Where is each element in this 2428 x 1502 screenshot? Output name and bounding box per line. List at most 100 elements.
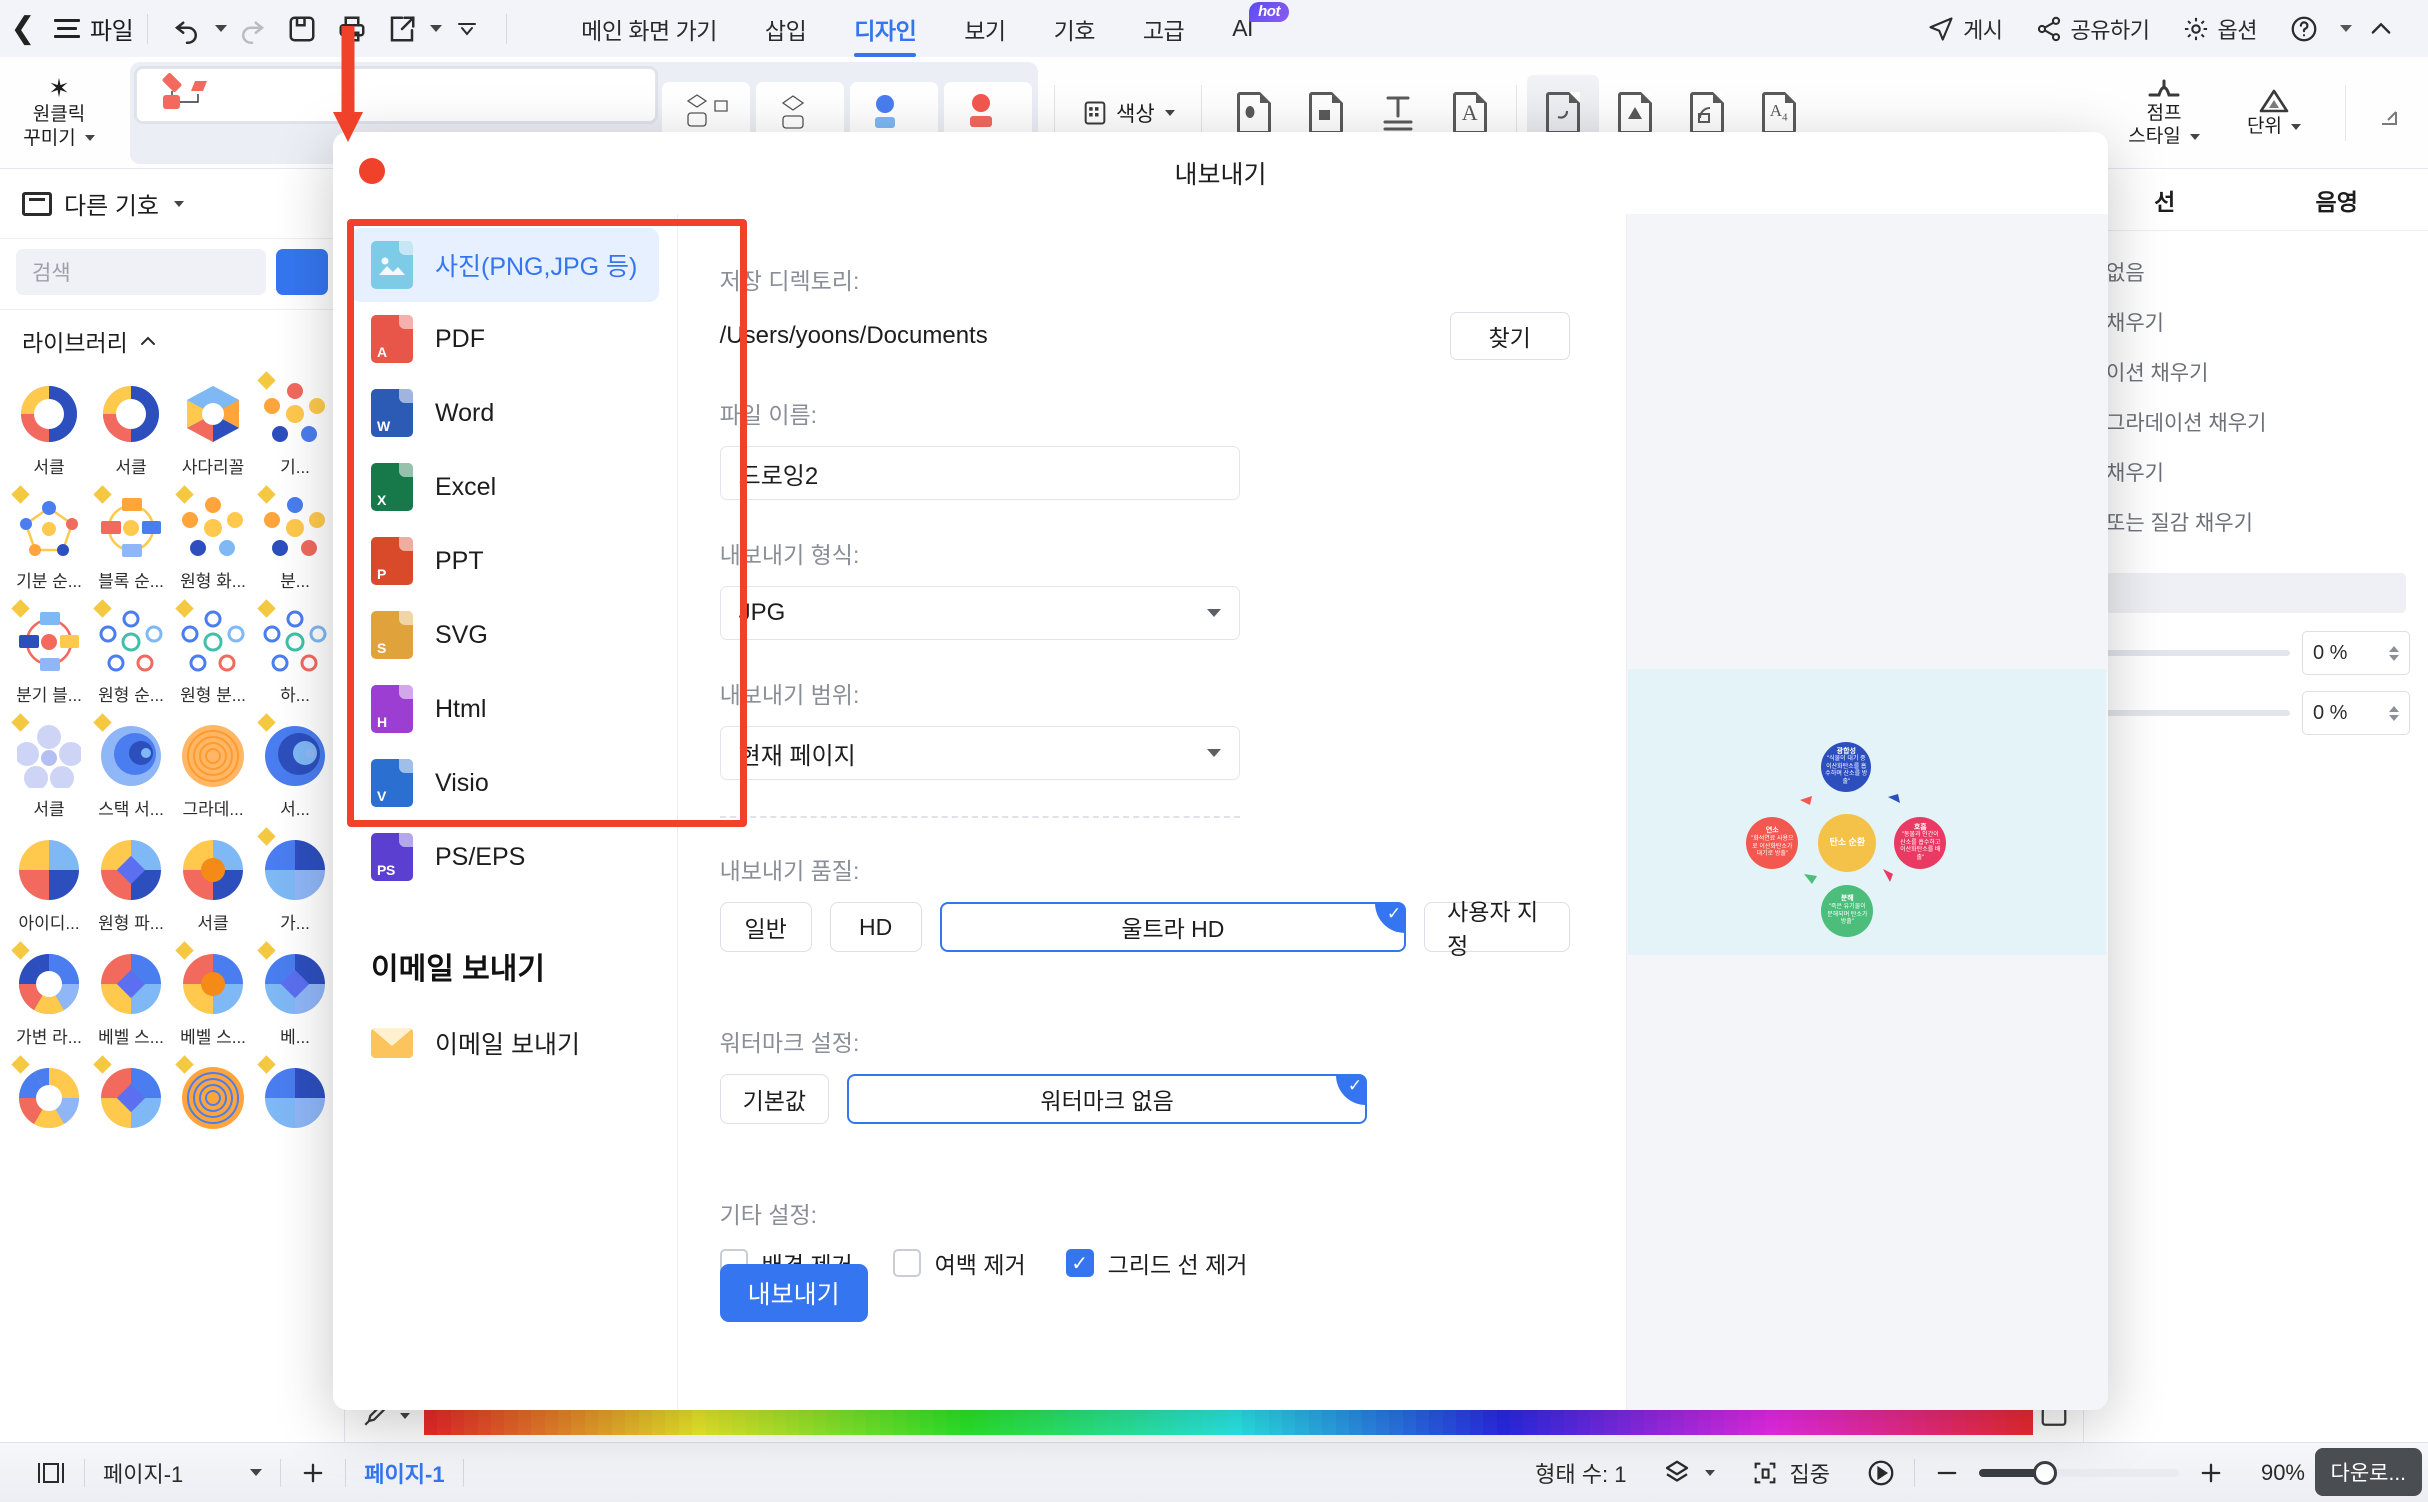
watermark-option-none[interactable]: 워터마크 없음 ✓: [847, 1074, 1368, 1124]
send-email-item[interactable]: 이메일 보내기: [351, 1006, 659, 1080]
page-tab-1[interactable]: 페이지-1: [346, 1457, 462, 1489]
zoom-in-button[interactable]: [2179, 1459, 2243, 1487]
tab-view[interactable]: 보기: [940, 0, 1029, 57]
fill-option-none[interactable]: 없음: [2084, 247, 2428, 297]
undo-dropdown-icon[interactable]: [215, 25, 228, 32]
shape-library-item[interactable]: 서클: [90, 370, 172, 484]
ribbon-expand-icon[interactable]: [2362, 90, 2408, 136]
shape-library-item[interactable]: 베벨 스...: [172, 940, 254, 1054]
export-format-item-html[interactable]: H Html: [351, 672, 659, 746]
opacity-value-2[interactable]: 0 %: [2302, 691, 2410, 735]
redo-icon[interactable]: [227, 7, 277, 51]
tab-advanced[interactable]: 고급: [1119, 0, 1208, 57]
close-icon[interactable]: [359, 158, 385, 184]
chevron-down-icon[interactable]: [84, 135, 95, 142]
tab-line[interactable]: 선: [2146, 183, 2183, 217]
export-format-item-word[interactable]: W Word: [351, 376, 659, 450]
shape-library-item[interactable]: 서클: [172, 826, 254, 940]
shape-library-item[interactable]: 서클: [8, 370, 90, 484]
chevron-down-icon[interactable]: [2189, 133, 2200, 140]
export-format-item-visio[interactable]: V Visio: [351, 746, 659, 820]
search-input[interactable]: 검색: [16, 249, 266, 295]
page-layout-icon[interactable]: [18, 1460, 84, 1486]
color-button[interactable]: 색상: [1071, 98, 1185, 128]
shape-library-item[interactable]: 기분 순...: [8, 484, 90, 598]
file-menu-label[interactable]: 파일: [90, 11, 134, 46]
quality-option-ultra-hd[interactable]: 울트라 HD ✓: [939, 902, 1407, 952]
tab-insert[interactable]: 삽입: [741, 0, 830, 57]
shape-library-item[interactable]: 베...: [254, 940, 336, 1054]
shape-library-item[interactable]: 분기 블...: [8, 598, 90, 712]
shape-library-item[interactable]: 가변 라...: [8, 940, 90, 1054]
quality-option-hd[interactable]: HD: [829, 902, 922, 952]
collapse-ribbon-icon[interactable]: [2356, 7, 2406, 51]
play-icon[interactable]: [1848, 1458, 1914, 1488]
shape-library-item[interactable]: 아이디...: [8, 826, 90, 940]
theme-thumb-1[interactable]: [134, 65, 658, 124]
layers-button[interactable]: [1644, 1458, 1733, 1488]
search-icon[interactable]: [276, 249, 328, 295]
help-icon[interactable]: [2275, 14, 2333, 44]
chevron-up-icon[interactable]: [138, 331, 158, 351]
export-icon[interactable]: [377, 7, 427, 51]
hamburger-icon[interactable]: [54, 19, 80, 38]
zoom-slider[interactable]: [1978, 1460, 2179, 1485]
fill-option-gradient-b[interactable]: 그라데이션 채우기: [2084, 397, 2428, 447]
browse-button[interactable]: 찾기: [1449, 312, 1570, 360]
save-icon[interactable]: [277, 7, 327, 51]
tab-design[interactable]: 디자인: [830, 0, 940, 57]
opacity-slider-1[interactable]: [2102, 650, 2290, 656]
chevron-left-icon[interactable]: ❮: [0, 0, 46, 57]
shape-library-item[interactable]: [172, 1054, 254, 1143]
fill-option-texture[interactable]: 또는 질감 채우기: [2084, 497, 2428, 547]
quality-option-custom[interactable]: 사용자 지정: [1424, 899, 1570, 959]
zoom-out-button[interactable]: [1915, 1459, 1979, 1487]
fill-option-gradient-a[interactable]: 이션 채우기: [2084, 347, 2428, 397]
opacity-stepper-1[interactable]: [2389, 645, 2399, 661]
export-button[interactable]: 내보내기: [719, 1264, 868, 1322]
watermark-option-default[interactable]: 기본값: [719, 1074, 830, 1124]
jump-style-button[interactable]: 점프 스타일: [2109, 63, 2219, 163]
shape-library-item[interactable]: [90, 1054, 172, 1143]
tab-shading[interactable]: 음영: [2308, 183, 2366, 217]
opacity-value-1[interactable]: 0 %: [2302, 631, 2410, 675]
other-symbols-button[interactable]: 다른 기호: [0, 169, 344, 239]
shape-library-item[interactable]: 베벨 스...: [90, 940, 172, 1054]
opacity-slider-2[interactable]: [2102, 710, 2290, 716]
shape-library-item[interactable]: [8, 1054, 90, 1143]
publish-button[interactable]: 게시: [1913, 13, 2016, 45]
shape-library-item[interactable]: [254, 1054, 336, 1143]
fill-color-field[interactable]: [2106, 573, 2406, 613]
tab-symbol[interactable]: 기호: [1030, 0, 1119, 57]
options-button[interactable]: 옵션: [2168, 13, 2271, 45]
checkbox-remove-margin[interactable]: 여백 제거: [892, 1246, 1026, 1280]
shape-library-item[interactable]: 그라데...: [172, 712, 254, 826]
chevron-down-icon[interactable]: [400, 1412, 410, 1419]
shape-library-item[interactable]: 하...: [254, 598, 336, 712]
fill-option-solid[interactable]: 채우기: [2084, 297, 2428, 347]
shape-library-item[interactable]: 서...: [254, 712, 336, 826]
opacity-stepper-2[interactable]: [2389, 705, 2399, 721]
chevron-down-icon[interactable]: [1705, 1469, 1716, 1476]
quality-option-normal[interactable]: 일반: [719, 902, 812, 952]
undo-icon[interactable]: [162, 7, 212, 51]
shape-library-item[interactable]: 분...: [254, 484, 336, 598]
shape-library-item[interactable]: 가...: [254, 826, 336, 940]
checkbox-remove-gridlines[interactable]: ✓ 그리드 선 제거: [1065, 1246, 1247, 1280]
share-button[interactable]: 공유하기: [2021, 13, 2164, 45]
library-section-header[interactable]: 라이브러리: [0, 309, 344, 366]
chevron-down-icon[interactable]: [2290, 124, 2301, 131]
shape-library-item[interactable]: 원형 순...: [90, 598, 172, 712]
chevron-down-icon[interactable]: [1164, 109, 1175, 116]
fill-option-pattern[interactable]: 채우기: [2084, 447, 2428, 497]
shape-library-item[interactable]: 서클: [8, 712, 90, 826]
shape-library-item[interactable]: 원형 파...: [90, 826, 172, 940]
export-format-item-excel[interactable]: X Excel: [351, 450, 659, 524]
chevron-down-icon[interactable]: [174, 200, 184, 207]
focus-mode-button[interactable]: 집중: [1733, 1457, 1847, 1489]
export-format-item-pseps[interactable]: PS PS/EPS: [351, 820, 659, 894]
zoom-slider-handle[interactable]: [2032, 1460, 2057, 1485]
shape-library-item[interactable]: 원형 화...: [172, 484, 254, 598]
export-format-item-pdf[interactable]: A PDF: [351, 302, 659, 376]
unit-button[interactable]: 단위: [2219, 63, 2329, 163]
